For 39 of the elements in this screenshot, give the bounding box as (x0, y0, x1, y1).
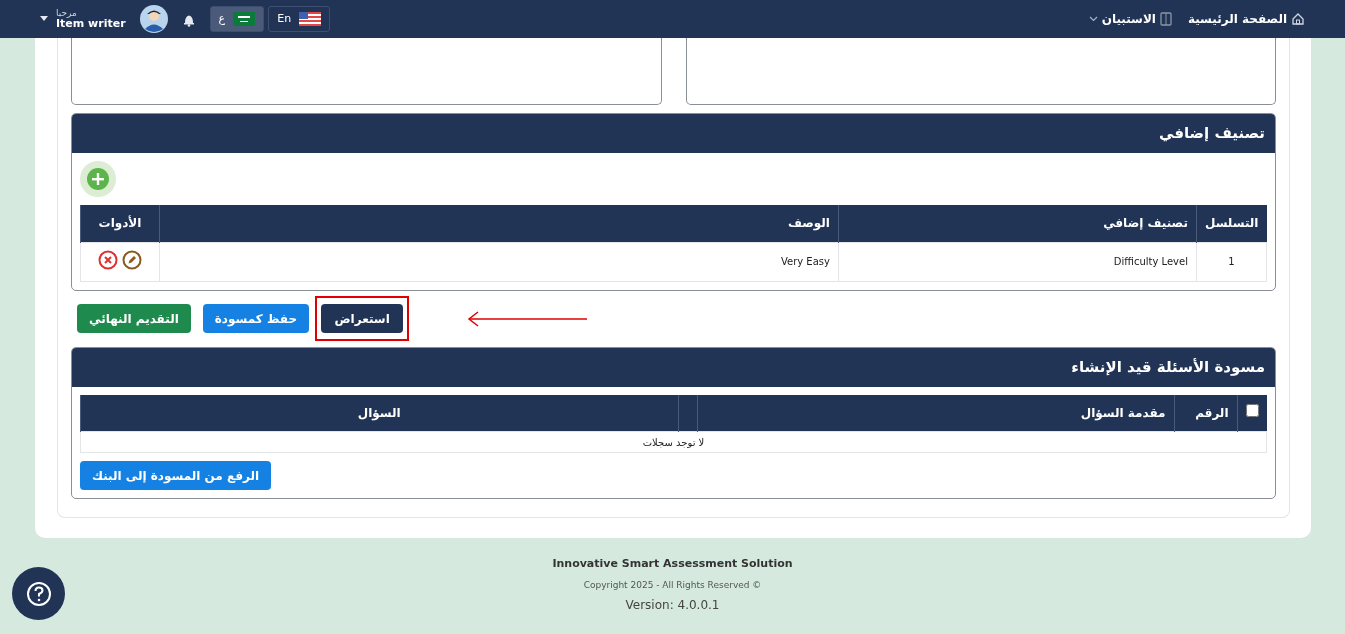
help-button[interactable] (12, 567, 65, 620)
survey-menu[interactable]: الاستبيان (1088, 10, 1172, 28)
column-header: التسلسل (1196, 205, 1267, 242)
column-header: الوصف (159, 205, 839, 242)
column-header: الرقم (1174, 394, 1237, 432)
column-header: مقدمة السؤال (697, 394, 1174, 432)
greeting-text: مرحبا (56, 8, 77, 18)
book-icon (1159, 12, 1172, 26)
flag-icon (299, 12, 322, 26)
copyright-text: Copyright 2025 - All Rights Reserved © (583, 578, 762, 592)
version-text: Version: 4.0.0.1 (625, 597, 720, 614)
table-cell: Difficulty Level (1113, 256, 1188, 267)
add-icon[interactable] (80, 161, 116, 197)
action-button[interactable]: التقديم النهائي (77, 304, 191, 333)
help-icon (25, 580, 52, 607)
empty-message: لا توجد سجلات (642, 436, 705, 448)
caret-icon[interactable] (40, 16, 48, 22)
section-title: تصنيف إضافي (72, 114, 1275, 153)
language-button[interactable]: ع (209, 6, 265, 32)
table-cell: Very Easy (780, 256, 830, 267)
table-cell: 1 (1228, 256, 1235, 267)
action-button[interactable]: استعراض (321, 304, 404, 333)
delete-icon[interactable] (98, 249, 118, 270)
edit-icon[interactable] (122, 249, 142, 270)
select-all-checkbox[interactable] (1245, 403, 1259, 417)
avatar-icon[interactable] (139, 5, 168, 33)
section-title: مسودة الأسئلة قيد الإنشاء (72, 347, 1275, 387)
action-button[interactable]: حفظ كمسودة (202, 304, 310, 333)
flag-icon (233, 12, 256, 26)
chevron-icon (1088, 16, 1098, 22)
home-link[interactable]: الصفحة الرئيسية (1187, 10, 1305, 28)
column-header: الأدوات (80, 205, 160, 242)
column-header: تصنيف إضافي (838, 205, 1197, 242)
language-button[interactable]: En (268, 6, 331, 32)
user-role: Item writer (56, 17, 126, 30)
upload-button[interactable]: الرفع من المسودة إلى البنك (80, 461, 272, 490)
column-header: السؤال (80, 394, 678, 432)
home-icon (1291, 12, 1305, 26)
product-name: Innovative Smart Assessment Solution (552, 556, 793, 572)
